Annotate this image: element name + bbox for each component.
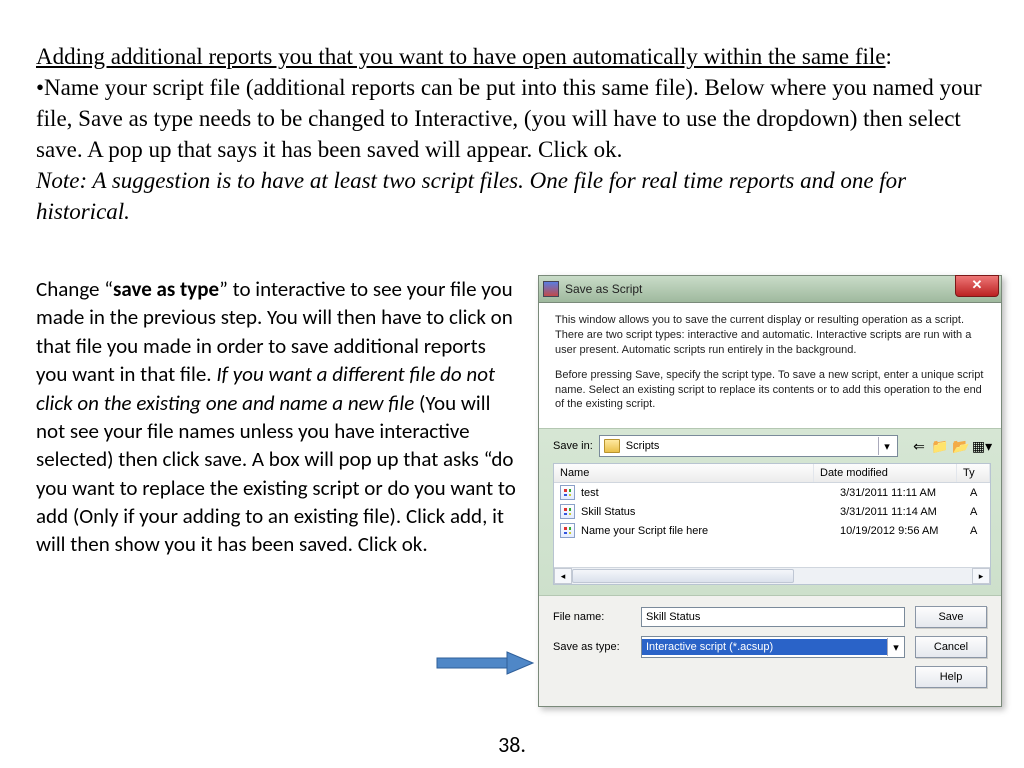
save-button[interactable]: Save — [915, 606, 987, 628]
savein-dropdown[interactable]: Scripts ▾ — [599, 435, 898, 457]
left-paragraph: Change “save as type” to interactive to … — [36, 275, 516, 558]
horizontal-scrollbar[interactable]: ◂ ▸ — [554, 567, 990, 584]
file-list-header[interactable]: Name Date modified Ty — [554, 464, 990, 483]
cancel-button[interactable]: Cancel — [915, 636, 987, 658]
saveastype-selected: Interactive script (*.acsup) — [642, 639, 887, 655]
script-file-icon — [560, 504, 575, 519]
heading-underline: Adding additional reports you that you w… — [36, 44, 886, 69]
save-as-script-dialog: Save as Script ✕ This window allows you … — [538, 275, 1002, 707]
page-number: 38. — [0, 731, 1024, 758]
view-menu-icon[interactable]: ▦▾ — [973, 437, 991, 455]
body1-main: •Name your script file (additional repor… — [36, 75, 982, 162]
dialog-title: Save as Script — [565, 282, 642, 296]
col-date[interactable]: Date modified — [814, 464, 957, 482]
file-row[interactable]: Skill Status3/31/2011 11:14 AMA — [554, 502, 990, 521]
filename-label: File name: — [553, 611, 631, 623]
file-list[interactable]: Name Date modified Ty test3/31/2011 11:1… — [553, 463, 991, 585]
saveastype-dropdown[interactable]: Interactive script (*.acsup) ▾ — [641, 636, 905, 658]
new-folder-icon[interactable]: 📂 — [952, 437, 970, 455]
scroll-thumb[interactable] — [572, 569, 794, 583]
back-icon[interactable]: ⇐ — [910, 437, 928, 455]
filename-input[interactable]: Skill Status — [641, 607, 905, 627]
scroll-left-icon[interactable]: ◂ — [554, 568, 572, 584]
help-button[interactable]: Help — [915, 666, 987, 688]
dialog-description: This window allows you to save the curre… — [539, 303, 1001, 428]
col-type[interactable]: Ty — [957, 464, 990, 482]
saveastype-label: Save as type: — [553, 641, 631, 653]
up-folder-icon[interactable]: 📁 — [931, 437, 949, 455]
script-file-icon — [560, 523, 575, 538]
col-name[interactable]: Name — [554, 464, 814, 482]
app-icon — [543, 281, 559, 297]
chevron-down-icon[interactable]: ▾ — [887, 638, 904, 656]
body1-note: Note: A suggestion is to have at least t… — [36, 168, 906, 224]
scroll-right-icon[interactable]: ▸ — [972, 568, 990, 584]
chevron-down-icon[interactable]: ▾ — [878, 437, 895, 455]
heading-colon: : — [886, 44, 892, 69]
doc-heading: Adding additional reports you that you w… — [36, 42, 1002, 72]
script-file-icon — [560, 485, 575, 500]
close-button[interactable]: ✕ — [955, 275, 999, 297]
doc-body1: •Name your script file (additional repor… — [36, 72, 1002, 227]
file-row[interactable]: Name your Script file here10/19/2012 9:5… — [554, 521, 990, 540]
savein-value: Scripts — [626, 440, 660, 452]
dialog-desc2: Before pressing Save, specify the script… — [555, 368, 985, 413]
file-row[interactable]: test3/31/2011 11:11 AMA — [554, 483, 990, 502]
arrow-icon — [435, 648, 535, 678]
savein-label: Save in: — [553, 440, 593, 452]
folder-icon — [604, 439, 620, 453]
dialog-desc1: This window allows you to save the curre… — [555, 313, 985, 358]
dialog-titlebar[interactable]: Save as Script ✕ — [539, 276, 1001, 303]
